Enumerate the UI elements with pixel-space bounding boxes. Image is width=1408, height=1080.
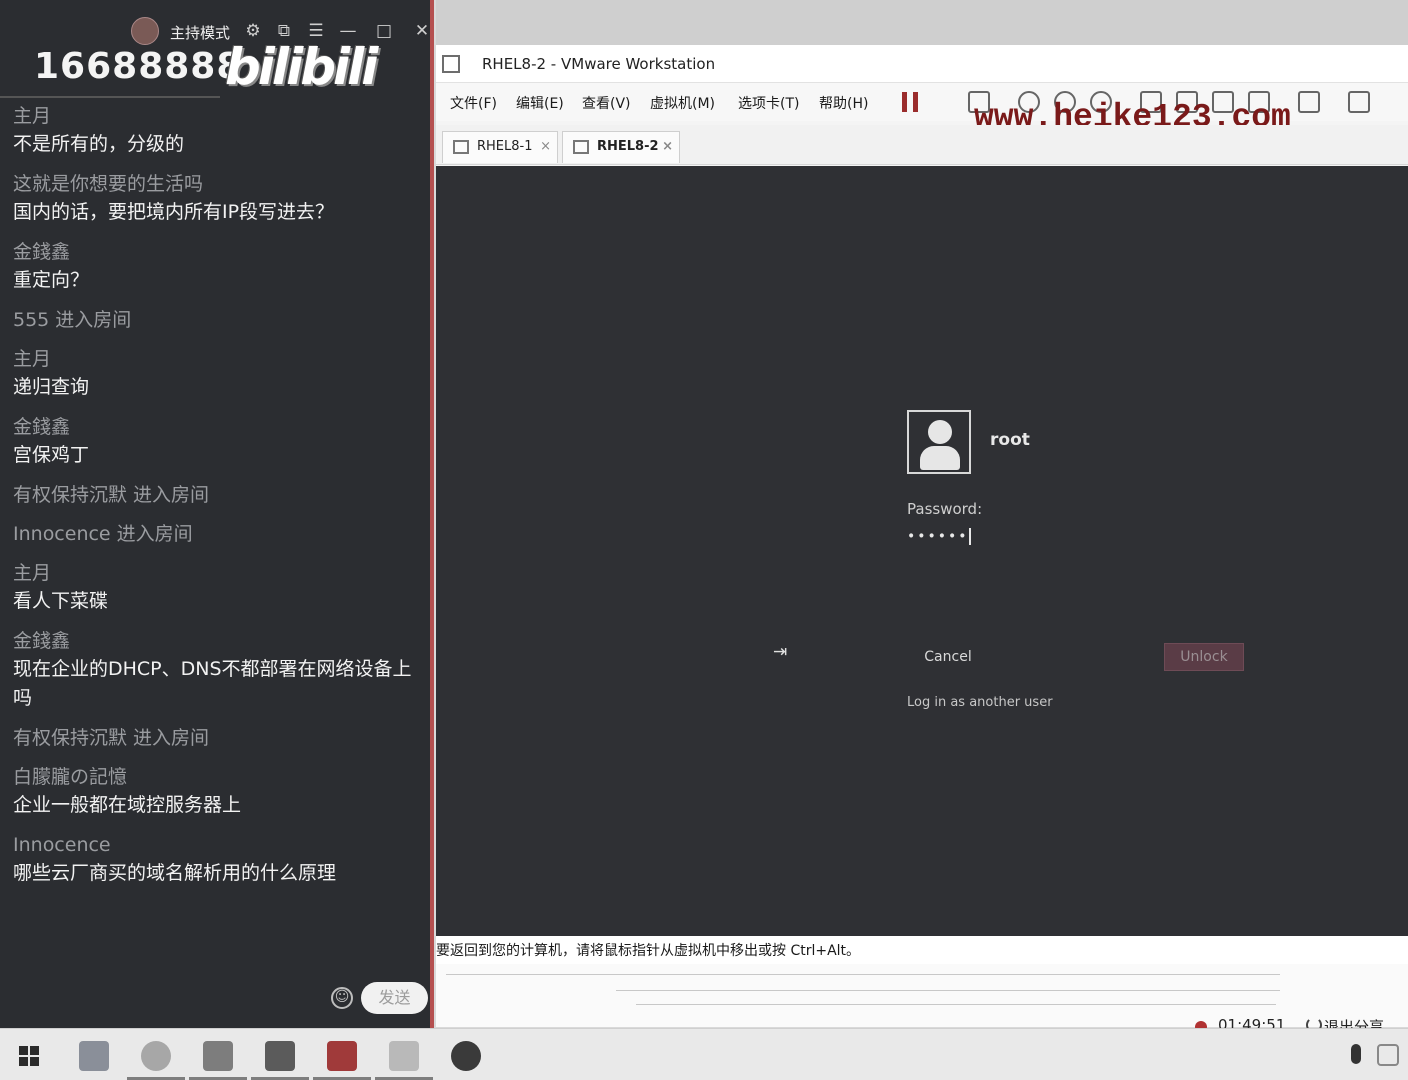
mouse-cursor-icon: ⇥: [773, 642, 788, 662]
menu-edit[interactable]: 编辑(E): [516, 93, 564, 113]
menu-tabs[interactable]: 选项卡(T): [738, 93, 799, 113]
file-explorer-icon[interactable]: [79, 1041, 109, 1071]
maximize-icon[interactable]: □: [373, 20, 395, 42]
app-icon[interactable]: [389, 1041, 419, 1071]
enter-room-text: 有权保持沉默 进入房间: [13, 727, 210, 749]
chat-enter-notice: Innocence 进入房间: [13, 520, 423, 548]
chat-text: 宫保鸡丁: [13, 444, 90, 466]
enter-room-text: 有权保持沉默 进入房间: [13, 484, 210, 506]
panel-border: [430, 0, 434, 1028]
chat-text: 不是所有的，分级的: [13, 133, 185, 155]
chat-username[interactable]: 金錢鑫: [13, 413, 423, 441]
chat-enter-notice: 有权保持沉默 进入房间: [13, 481, 423, 509]
vm-icon: [453, 140, 469, 154]
taskbar: [0, 1028, 1408, 1080]
username-label: root: [990, 430, 1030, 450]
chat-text: 重定向？: [13, 269, 90, 291]
chat-panel: 主持模式 ⚙ ⧉ ☰ — □ ✕ 16688888 bilibili 主月 不是…: [0, 0, 434, 1028]
host-avatar[interactable]: [131, 17, 159, 45]
tray-app-icon[interactable]: [1377, 1044, 1399, 1066]
chat-text: 看人下菜碟: [13, 590, 109, 612]
user-avatar-icon: [907, 410, 971, 474]
password-input[interactable]: ••••••: [907, 528, 1097, 554]
chat-message: 金錢鑫 现在企业的DHCP、DNS不都部署在网络设备上吗: [13, 627, 423, 713]
chat-message: 金錢鑫 重定向？: [13, 238, 423, 295]
desktop-background: [436, 0, 1408, 45]
chat-username[interactable]: 金錢鑫: [13, 627, 423, 655]
menu-file[interactable]: 文件(F): [450, 93, 497, 113]
chat-message: 这就是你想要的生活吗 国内的话，要把境内所有IP段写进去？: [13, 170, 423, 227]
live-app-icon[interactable]: [451, 1041, 481, 1071]
menu-help[interactable]: 帮助(H): [819, 93, 868, 113]
unlock-button[interactable]: Unlock: [1164, 643, 1244, 671]
tab-label: RHEL8-2: [597, 139, 659, 154]
tab-rhel8-2[interactable]: RHEL8-2 ×: [562, 131, 680, 163]
send-button[interactable]: 发送: [361, 982, 428, 1014]
chat-username[interactable]: 主月: [13, 102, 423, 130]
console-icon[interactable]: [1298, 91, 1320, 113]
app-c-icon[interactable]: [327, 1041, 357, 1071]
divider: [616, 990, 1280, 991]
pause-icon[interactable]: [902, 92, 918, 112]
divider: [446, 974, 1280, 975]
chat-text: 国内的话，要把境内所有IP段写进去？: [13, 201, 335, 223]
chat-text: 现在企业的DHCP、DNS不都部署在网络设备上吗: [13, 658, 412, 709]
window-title: RHEL8-2 - VMware Workstation: [482, 55, 716, 73]
windows-start-icon[interactable]: [19, 1046, 40, 1067]
room-number: 16688888: [34, 46, 243, 87]
status-bar: 01:49:51 退出分享: [436, 964, 1408, 1036]
divider: [0, 96, 220, 98]
chat-text: 递归查询: [13, 376, 90, 398]
chat-enter-notice: 有权保持沉默 进入房间: [13, 724, 423, 752]
chat-header: 主持模式 ⚙ ⧉ ☰ — □ ✕ 16688888 bilibili: [0, 0, 434, 100]
text-caret: [968, 528, 971, 545]
vm-tab-bar: RHEL8-1 × RHEL8-2 ×: [436, 125, 1408, 165]
vm-display[interactable]: root Password: •••••• ⇥ Cancel Unlock Lo…: [436, 166, 1408, 936]
vmware-window: RHEL8-2 - VMware Workstation 文件(F) 编辑(E)…: [436, 45, 1408, 1036]
vm-icon: [573, 140, 589, 154]
chat-message: 主月 看人下菜碟: [13, 559, 423, 616]
terminal-icon[interactable]: [265, 1041, 295, 1071]
vmware-app-icon: [442, 55, 460, 73]
hint-bar: 要返回到您的计算机，请将鼠标指针从虚拟机中移出或按 Ctrl+Alt。: [436, 936, 1408, 964]
chat-username[interactable]: 这就是你想要的生活吗: [13, 170, 423, 198]
chat-text: 企业一般都在域控服务器上: [13, 794, 242, 816]
menu-view[interactable]: 查看(V): [582, 93, 631, 113]
divider: [636, 1004, 1276, 1005]
chat-message: 主月 递归查询: [13, 345, 423, 402]
password-label: Password:: [907, 500, 983, 518]
chat-message: 主月 不是所有的，分级的: [13, 102, 423, 159]
enter-room-text: Innocence 进入房间: [13, 523, 193, 545]
log-in-as-another-user-link[interactable]: Log in as another user: [907, 695, 1053, 710]
hint-text: 要返回到您的计算机，请将鼠标指针从虚拟机中移出或按 Ctrl+Alt。: [436, 943, 861, 959]
enter-room-text: 555 进入房间: [13, 309, 132, 331]
chat-message: Innocence 哪些云厂商买的域名解析用的什么原理: [13, 831, 423, 888]
password-mask: ••••••: [907, 528, 969, 545]
microphone-icon[interactable]: [1351, 1044, 1361, 1064]
chat-username[interactable]: 白朦朧の記憶: [13, 763, 423, 791]
chat-username[interactable]: Innocence: [13, 831, 423, 859]
tab-label: RHEL8-1: [477, 139, 533, 154]
tab-rhel8-1[interactable]: RHEL8-1 ×: [442, 131, 558, 163]
stretch-icon[interactable]: [1348, 91, 1370, 113]
chat-text: 哪些云厂商买的域名解析用的什么原理: [13, 862, 337, 884]
host-mode-label[interactable]: 主持模式: [170, 22, 230, 43]
chat-username[interactable]: 金錢鑫: [13, 238, 423, 266]
window-titlebar[interactable]: RHEL8-2 - VMware Workstation: [436, 45, 1408, 83]
cancel-button[interactable]: Cancel: [916, 644, 980, 670]
tab-close-icon[interactable]: ×: [540, 132, 551, 162]
browser-icon[interactable]: [141, 1041, 171, 1071]
chat-username[interactable]: 主月: [13, 559, 423, 587]
emoji-icon[interactable]: ☺: [331, 987, 353, 1009]
vmware-taskbar-icon[interactable]: [203, 1041, 233, 1071]
bilibili-logo: bilibili: [225, 38, 378, 96]
chat-username[interactable]: 主月: [13, 345, 423, 373]
menu-vm[interactable]: 虚拟机(M): [650, 93, 715, 113]
tab-close-icon[interactable]: ×: [662, 132, 673, 162]
chat-enter-notice: 555 进入房间: [13, 306, 423, 334]
chat-message-list: 主月 不是所有的，分级的 这就是你想要的生活吗 国内的话，要把境内所有IP段写进…: [13, 102, 423, 899]
chat-message: 金錢鑫 宫保鸡丁: [13, 413, 423, 470]
chat-message: 白朦朧の記憶 企业一般都在域控服务器上: [13, 763, 423, 820]
